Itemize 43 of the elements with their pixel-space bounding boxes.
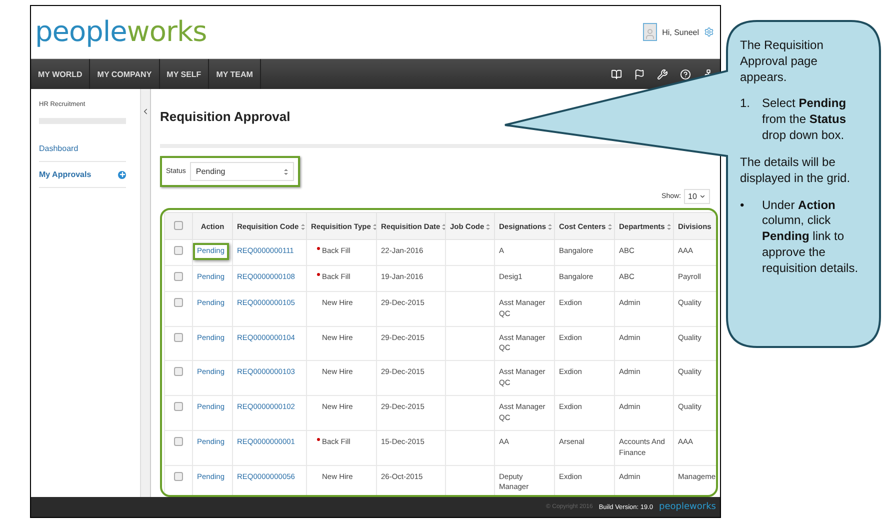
sort-icon[interactable] [666, 224, 671, 230]
checkbox[interactable] [174, 220, 183, 230]
nav-tab[interactable]: MY WORLD [31, 59, 90, 89]
callout-text: The details will be displayed in the grid. [740, 154, 852, 187]
sort-icon[interactable] [548, 224, 552, 230]
flag-dot-icon [317, 247, 320, 250]
nav-tab[interactable]: MY TEAM [209, 59, 261, 89]
footer-logo: peopleworks [659, 502, 716, 512]
sidebar-item[interactable]: Dashboard [39, 136, 126, 162]
checkbox[interactable] [174, 298, 183, 307]
checkbox[interactable] [174, 367, 183, 376]
checkbox[interactable] [174, 332, 183, 342]
callout-text: Select Pending from the Status drop down box. [762, 96, 848, 144]
user-greeting: Hi, Suneel [662, 28, 699, 36]
plus-icon[interactable] [118, 170, 126, 178]
nav-tab[interactable]: MY SELF [160, 59, 210, 89]
flag-dot-icon [317, 438, 320, 441]
checkbox[interactable] [174, 246, 183, 255]
flag-icon[interactable] [634, 68, 645, 80]
help-icon[interactable] [680, 68, 691, 80]
page-title: Requisition Approval [160, 109, 292, 124]
checkbox[interactable] [174, 436, 183, 446]
checkbox[interactable] [174, 272, 183, 281]
callout-text: Under Action column, click Pending link to approve the requisition details. [762, 198, 860, 277]
list-marker: • [740, 198, 746, 214]
callout-text: The Requisition Approval page appears. [740, 38, 824, 86]
flag-dot-icon [317, 272, 320, 276]
wrench-icon[interactable] [657, 68, 668, 80]
sort-icon[interactable] [608, 224, 612, 230]
avatar-icon [643, 23, 658, 41]
sidebar-item[interactable]: My Approvals [39, 162, 126, 188]
caret-icon[interactable] [699, 193, 706, 200]
checkbox[interactable] [174, 402, 183, 411]
book-icon[interactable] [611, 68, 622, 80]
sort-icon[interactable] [284, 168, 288, 174]
settings-icon[interactable] [704, 27, 714, 37]
status-select[interactable]: Pending [190, 162, 294, 181]
collapse-handle[interactable] [141, 89, 151, 497]
sort-icon[interactable] [486, 224, 490, 230]
checkbox[interactable] [174, 472, 183, 480]
peopleworks-logo: peopleworks [35, 18, 207, 46]
page-size-select[interactable]: 10 [684, 189, 710, 204]
list-marker: 1. [740, 96, 752, 112]
